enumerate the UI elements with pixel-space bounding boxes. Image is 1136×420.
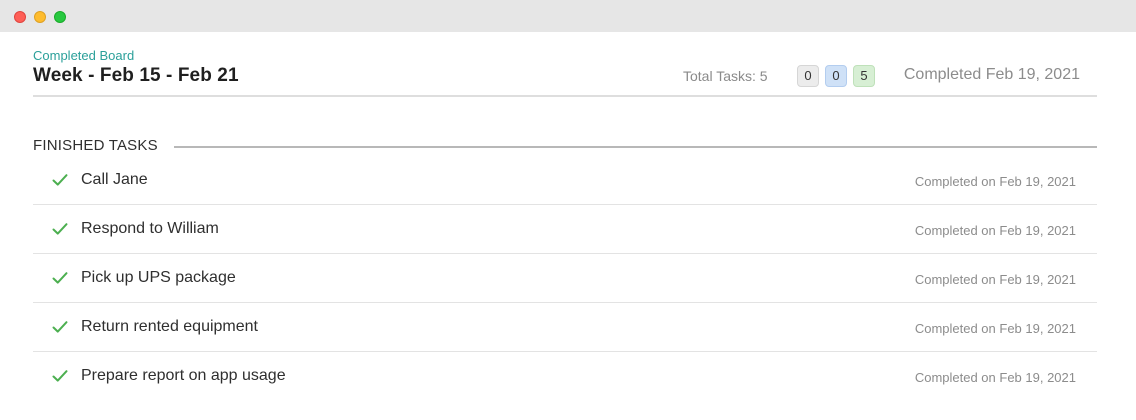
finished-task-list: Call Jane Completed on Feb 19, 2021 Resp…: [33, 156, 1097, 401]
checkmark-icon: [52, 321, 68, 333]
task-label: Return rented equipment: [81, 318, 258, 335]
app-window: Completed Board Week - Feb 15 - Feb 21 T…: [0, 0, 1136, 420]
checkmark-icon: [52, 272, 68, 284]
section-title: FINISHED TASKS: [33, 137, 158, 154]
task-completed-date: Completed on Feb 19, 2021: [914, 370, 1076, 385]
title-bar[interactable]: [0, 0, 1136, 32]
task-label: Call Jane: [81, 171, 148, 188]
task-row[interactable]: Prepare report on app usage Completed on…: [33, 352, 1097, 401]
count-badge-in-progress: 0: [825, 65, 847, 87]
board-header: Completed Board Week - Feb 15 - Feb 21 T…: [33, 32, 1097, 97]
task-completed-date: Completed on Feb 19, 2021: [914, 174, 1076, 189]
task-completed-date: Completed on Feb 19, 2021: [914, 272, 1076, 287]
total-tasks-label: Total Tasks: 5: [683, 68, 768, 84]
task-completed-date: Completed on Feb 19, 2021: [914, 321, 1076, 336]
count-badge-todo: 0: [797, 65, 819, 87]
task-row[interactable]: Respond to William Completed on Feb 19, …: [33, 205, 1097, 254]
task-label: Respond to William: [81, 220, 219, 237]
checkmark-icon: [52, 370, 68, 382]
section-divider: [174, 146, 1097, 148]
checkmark-icon: [52, 174, 68, 186]
maximize-window-button[interactable]: [54, 11, 66, 23]
task-label: Pick up UPS package: [81, 269, 236, 286]
task-row[interactable]: Pick up UPS package Completed on Feb 19,…: [33, 254, 1097, 303]
board-kicker: Completed Board: [33, 48, 135, 63]
task-label: Prepare report on app usage: [81, 367, 286, 384]
task-row[interactable]: Return rented equipment Completed on Feb…: [33, 303, 1097, 352]
checkmark-icon: [52, 223, 68, 235]
task-completed-date: Completed on Feb 19, 2021: [914, 223, 1076, 238]
board-completed-date: Completed Feb 19, 2021: [903, 66, 1080, 83]
task-row[interactable]: Call Jane Completed on Feb 19, 2021: [33, 156, 1097, 205]
count-badge-done: 5: [853, 65, 875, 87]
minimize-window-button[interactable]: [34, 11, 46, 23]
board-title: Week - Feb 15 - Feb 21: [33, 65, 239, 86]
close-window-button[interactable]: [14, 11, 26, 23]
